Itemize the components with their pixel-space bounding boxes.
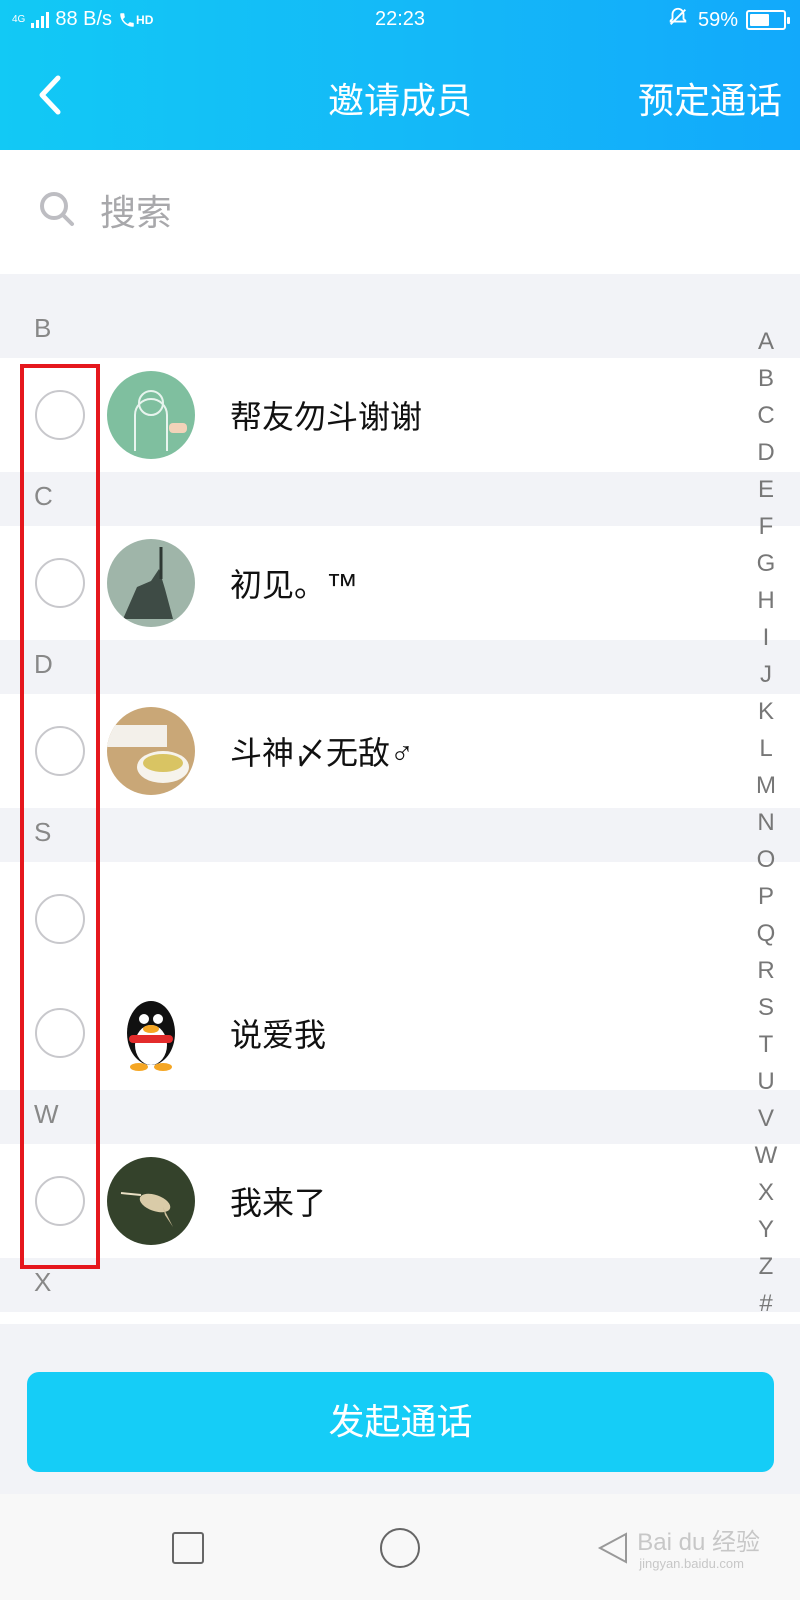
bottom-area: 发起通话 xyxy=(0,1324,800,1494)
avatar xyxy=(107,539,195,627)
watermark-brand: Bai du 经验 xyxy=(637,1529,760,1556)
index-letter[interactable]: Z xyxy=(759,1248,774,1285)
start-call-button[interactable]: 发起通话 xyxy=(27,1372,774,1472)
avatar xyxy=(107,707,195,795)
index-letter[interactable]: S xyxy=(758,989,774,1026)
search-icon xyxy=(38,190,78,235)
index-letter[interactable]: U xyxy=(757,1063,774,1100)
section-letter: W xyxy=(34,1099,59,1129)
index-letter[interactable]: G xyxy=(757,545,776,582)
search-bar xyxy=(0,150,800,274)
avatar xyxy=(107,1157,195,1245)
index-letter[interactable]: Y xyxy=(758,1211,774,1248)
section-header: W xyxy=(0,1090,800,1144)
section-letter: D xyxy=(34,649,53,679)
contact-row[interactable] xyxy=(0,862,800,976)
index-letter[interactable]: P xyxy=(758,878,774,915)
search-input[interactable] xyxy=(100,188,700,238)
contact-row[interactable]: 我来了 xyxy=(0,1144,800,1258)
section-header: D xyxy=(0,640,800,694)
section-letter: C xyxy=(34,481,53,511)
back-triangle-icon xyxy=(597,1532,627,1564)
section-header: X xyxy=(0,1258,800,1312)
index-letter[interactable]: T xyxy=(759,1026,774,1063)
contact-name: 帮友勿斗谢谢 xyxy=(230,399,423,435)
index-letter[interactable]: H xyxy=(757,582,774,619)
avatar xyxy=(107,371,195,459)
qq-penguin-avatar xyxy=(107,989,195,1077)
contact-name: 初见。™ xyxy=(230,567,359,603)
index-letter[interactable]: K xyxy=(758,693,774,730)
contact-name: 说爱我 xyxy=(230,1017,327,1053)
select-radio[interactable] xyxy=(35,1176,85,1226)
clock: 22:23 xyxy=(374,8,426,30)
index-letter[interactable]: W xyxy=(755,1137,778,1174)
index-letter[interactable]: I xyxy=(763,619,770,656)
schedule-call-button[interactable]: 预定通话 xyxy=(638,72,782,124)
index-letter[interactable]: # xyxy=(759,1285,772,1322)
index-letter[interactable]: N xyxy=(757,804,774,841)
nav-back-button[interactable] xyxy=(596,1530,632,1571)
section-letter: S xyxy=(34,817,52,847)
index-letter[interactable]: D xyxy=(757,434,774,471)
home-button[interactable] xyxy=(380,1528,420,1568)
contact-row[interactable]: 说爱我 xyxy=(0,976,800,1090)
index-letter[interactable]: R xyxy=(757,952,774,989)
section-header: B xyxy=(0,274,800,358)
select-radio[interactable] xyxy=(35,390,85,440)
app-header: 4G 88 B/s HD 22:23 59% 邀请成员 预定通话 xyxy=(0,0,800,150)
index-letter[interactable]: B xyxy=(758,360,774,397)
contact-row[interactable]: 帮友勿斗谢谢 xyxy=(0,358,800,472)
select-radio[interactable] xyxy=(35,726,85,776)
battery-percent: 59% xyxy=(697,8,738,31)
contact-row[interactable]: 斗神〆无敌♂ xyxy=(0,694,800,808)
index-letter[interactable]: X xyxy=(758,1174,774,1211)
index-letter[interactable]: F xyxy=(759,508,774,545)
mute-icon xyxy=(666,6,690,34)
battery-icon xyxy=(746,10,790,30)
status-bar: 4G 88 B/s HD 22:23 59% xyxy=(0,0,800,40)
index-letter[interactable]: C xyxy=(757,397,774,434)
index-letter[interactable]: O xyxy=(757,841,776,878)
section-letter: B xyxy=(34,313,52,343)
section-letter: X xyxy=(34,1267,52,1297)
select-radio[interactable] xyxy=(35,1008,85,1058)
select-radio[interactable] xyxy=(35,894,85,944)
index-letter[interactable]: Q xyxy=(757,915,776,952)
select-radio[interactable] xyxy=(35,558,85,608)
section-header: C xyxy=(0,472,800,526)
index-letter[interactable]: L xyxy=(759,730,772,767)
watermark-url: jingyan.baidu.com xyxy=(639,1556,744,1571)
contact-name: 我来了 xyxy=(230,1185,327,1221)
index-letter[interactable]: A xyxy=(758,323,774,360)
contact-list: B 帮友勿斗谢谢 C 初见。™ D 斗神〆无敌♂ S 说爱我 W 我来了 X xyxy=(0,274,800,1324)
recent-apps-button[interactable] xyxy=(172,1532,204,1564)
contact-row[interactable]: 初见。™ xyxy=(0,526,800,640)
alphabet-index[interactable]: A B C D E F G H I J K L M N O P Q R S T U V W X Y Z # xyxy=(736,323,796,1322)
contact-name: 斗神〆无敌♂ xyxy=(230,735,415,771)
index-letter[interactable]: M xyxy=(756,767,776,804)
index-letter[interactable]: V xyxy=(758,1100,774,1137)
section-header: S xyxy=(0,808,800,862)
system-nav-bar: Bai du 经验 jingyan.baidu.com xyxy=(0,1494,800,1600)
index-letter[interactable]: E xyxy=(758,471,774,508)
contact-row-partial[interactable] xyxy=(0,1312,800,1324)
index-letter[interactable]: J xyxy=(760,656,772,693)
